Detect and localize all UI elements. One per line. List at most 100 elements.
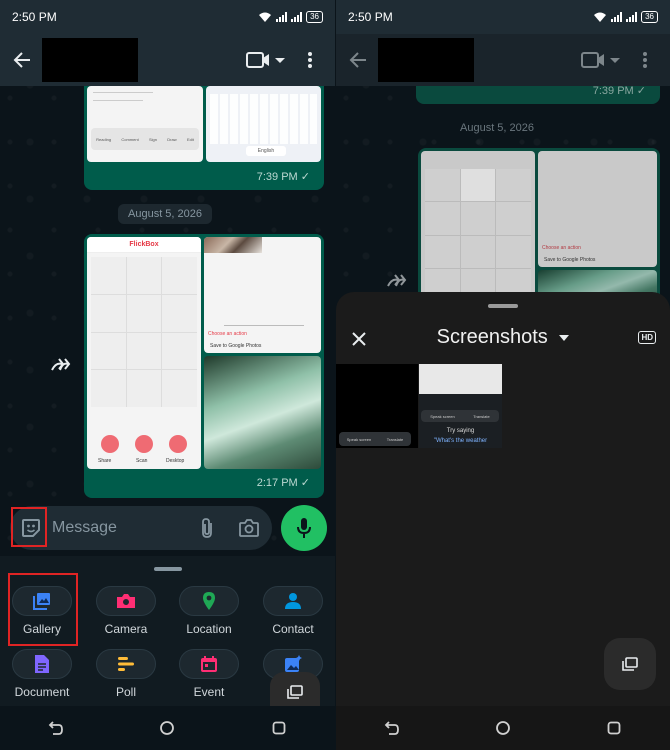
- sheet-handle[interactable]: [154, 567, 182, 571]
- tool-label: Comment: [121, 136, 139, 142]
- attach-icon[interactable]: [192, 513, 222, 543]
- battery-icon: 36: [306, 11, 323, 23]
- stack-icon: [287, 685, 303, 699]
- image-thumbnail[interactable]: [421, 151, 535, 301]
- highlight-gallery: [8, 573, 78, 646]
- image-thumbnail[interactable]: Reading Comment Sign Draw Edit: [87, 86, 203, 162]
- system-nav-bar: [0, 706, 335, 750]
- attach-document[interactable]: Document: [3, 649, 81, 699]
- chat-screen-right: 2:50 PM 36 7:39 PM ✓ August 5, 2026 Choo…: [336, 0, 670, 750]
- message-timestamp: 7:39 PM ✓: [592, 85, 646, 97]
- mic-button[interactable]: [281, 505, 327, 551]
- translate-text: Translate: [386, 436, 404, 442]
- message-timestamp: 2:17 PM ✓: [256, 477, 310, 489]
- attach-contact[interactable]: Contact: [254, 586, 332, 636]
- image-thumbnail[interactable]: Choose an action Save to Google Photos: [204, 237, 321, 353]
- back-arrow-icon[interactable]: [338, 40, 378, 80]
- choose-action-text: Choose an action: [542, 245, 581, 251]
- attach-event[interactable]: Event: [170, 649, 248, 699]
- status-bar: 2:50 PM 36: [0, 0, 335, 34]
- nav-recents-icon[interactable]: [594, 713, 634, 743]
- status-icons: 36: [258, 11, 323, 23]
- status-time: 2:50 PM: [12, 10, 57, 24]
- camera-icon: [96, 586, 156, 616]
- message-bubble-images-2[interactable]: Choose an action Save to Google Photos: [418, 148, 660, 308]
- hd-quality-icon[interactable]: HD: [638, 331, 656, 344]
- multi-select-button[interactable]: [604, 638, 656, 690]
- gallery-picker-sheet: Screenshots HD Speak screen Translate Sp…: [336, 292, 670, 706]
- chat-header: [336, 34, 670, 86]
- location-pin-icon: [179, 586, 239, 616]
- attach-label: Document: [14, 685, 70, 699]
- contact-name-redacted[interactable]: [378, 38, 474, 82]
- signal-icon: [276, 12, 288, 22]
- album-title[interactable]: Screenshots: [336, 326, 670, 349]
- attach-label: Poll: [115, 685, 136, 699]
- video-call-icon[interactable]: [243, 43, 287, 77]
- tool-label: Sign: [148, 136, 157, 142]
- battery-icon: 36: [641, 11, 658, 23]
- speak-screen-text: Speak screen: [346, 436, 372, 442]
- save-google-photos-text: Save to Google Photos: [210, 343, 262, 349]
- contact-name-redacted[interactable]: [42, 38, 138, 82]
- nav-back-icon[interactable]: [36, 713, 76, 743]
- nav-home-icon[interactable]: [147, 713, 187, 743]
- attach-location[interactable]: Location: [170, 586, 248, 636]
- save-google-photos-text: Save to Google Photos: [544, 257, 596, 263]
- sheet-handle[interactable]: [488, 304, 518, 308]
- more-options-icon[interactable]: [628, 43, 662, 77]
- calendar-icon: [179, 649, 239, 679]
- contact-person-icon: [263, 586, 323, 616]
- message-input-bar: Message: [10, 506, 272, 550]
- status-bar: 2:50 PM 36: [336, 0, 670, 34]
- signal-icon: [611, 12, 623, 22]
- share-icon: [101, 435, 119, 453]
- scan-label: Scan: [136, 458, 148, 464]
- poll-icon: [96, 649, 156, 679]
- keyboard-language: English: [246, 146, 286, 156]
- camera-icon[interactable]: [234, 513, 264, 543]
- image-thumbnail[interactable]: FlickBox Share Scan Desktop: [87, 237, 201, 469]
- nav-back-icon[interactable]: [372, 713, 412, 743]
- chat-header: [0, 34, 335, 86]
- message-bubble-images-1[interactable]: Reading Comment Sign Draw Edit English 7…: [84, 86, 324, 190]
- attach-poll[interactable]: Poll: [87, 649, 165, 699]
- status-icons: 36: [593, 11, 658, 23]
- app-brand: FlickBox: [87, 237, 201, 253]
- speak-screen-text: Speak screen: [430, 413, 455, 419]
- forward-icon[interactable]: [50, 356, 72, 379]
- tool-label: Reading: [96, 136, 112, 142]
- attach-camera[interactable]: Camera: [87, 586, 165, 636]
- desktop-label: Desktop: [166, 458, 185, 464]
- message-bubble-images-1[interactable]: 7:39 PM ✓: [416, 85, 660, 104]
- image-thumbnail[interactable]: Choose an action Save to Google Photos: [538, 151, 657, 267]
- screenshot-thumbnail[interactable]: Speak screen Translate: [336, 364, 418, 448]
- video-call-icon[interactable]: [578, 43, 622, 77]
- highlight-sticker: [11, 507, 47, 547]
- date-chip: August 5, 2026: [460, 122, 535, 134]
- attach-label: Contact: [272, 622, 314, 636]
- image-thumbnail[interactable]: [204, 356, 321, 469]
- attach-label: Location: [186, 622, 232, 636]
- message-timestamp: 7:39 PM ✓: [256, 171, 310, 183]
- status-time: 2:50 PM: [348, 10, 393, 24]
- message-bubble-images-2[interactable]: FlickBox Share Scan Desktop Choose an ac…: [84, 234, 324, 498]
- message-input[interactable]: Message: [52, 519, 192, 537]
- nav-home-icon[interactable]: [483, 713, 523, 743]
- system-nav-bar: [336, 706, 670, 750]
- tool-label: Edit: [186, 136, 194, 142]
- signal-icon-2: [626, 12, 638, 22]
- more-options-icon[interactable]: [293, 43, 327, 77]
- wifi-icon: [594, 12, 607, 22]
- date-chip: August 5, 2026: [118, 204, 213, 224]
- translate-text: Translate: [473, 413, 490, 419]
- mic-icon: [297, 518, 311, 538]
- dropdown-icon: [559, 334, 570, 341]
- back-arrow-icon[interactable]: [2, 40, 42, 80]
- document-icon: [12, 649, 72, 679]
- wifi-icon: [259, 12, 272, 22]
- screenshot-thumbnail[interactable]: Speak screen Translate Try saying "What'…: [419, 364, 502, 448]
- attach-label: Camera: [104, 622, 148, 636]
- image-thumbnail[interactable]: English: [206, 86, 321, 162]
- nav-recents-icon[interactable]: [259, 713, 299, 743]
